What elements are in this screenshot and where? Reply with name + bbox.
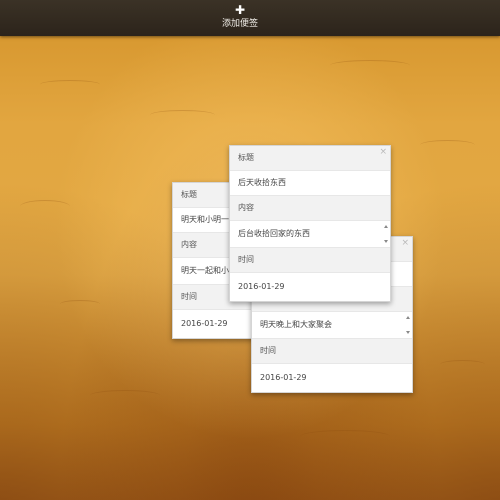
title-label: 标题 bbox=[230, 146, 390, 171]
content-label: 内容 bbox=[230, 196, 390, 221]
scroll-up-icon[interactable] bbox=[384, 225, 388, 228]
time-label: 时间 bbox=[252, 339, 412, 364]
add-note-label: 添加便签 bbox=[221, 19, 258, 29]
close-icon[interactable]: × bbox=[379, 147, 387, 157]
scroll-up-icon[interactable] bbox=[406, 316, 410, 319]
paper-fiber bbox=[40, 80, 100, 89]
paper-fiber bbox=[300, 430, 390, 443]
plus-icon: ✚ bbox=[234, 3, 246, 17]
scrollbar[interactable] bbox=[384, 225, 388, 243]
paper-fiber bbox=[90, 390, 160, 401]
time-value: 2016-01-29 bbox=[230, 273, 390, 301]
time-value: 2016-01-29 bbox=[252, 364, 412, 392]
paper-fiber bbox=[330, 60, 410, 71]
top-toolbar: ✚ 添加便签 bbox=[0, 0, 500, 36]
add-note-button[interactable]: ✚ 添加便签 bbox=[218, 4, 262, 32]
paper-fiber bbox=[440, 360, 485, 369]
content-text: 后台收拾回家的东西 bbox=[238, 229, 310, 238]
scroll-down-icon[interactable] bbox=[384, 240, 388, 243]
paper-fiber bbox=[150, 110, 215, 120]
content-field[interactable]: 后台收拾回家的东西 bbox=[230, 221, 390, 248]
content-field[interactable]: 明天晚上和大家聚会 bbox=[252, 312, 412, 339]
scrollbar[interactable] bbox=[406, 316, 410, 334]
paper-fiber bbox=[420, 140, 475, 150]
content-text: 明天晚上和大家聚会 bbox=[260, 320, 332, 329]
sticky-note[interactable]: × 标题 后天收拾东西 内容 后台收拾回家的东西 时间 2016-01-29 bbox=[229, 145, 391, 302]
scroll-down-icon[interactable] bbox=[406, 331, 410, 334]
title-field[interactable]: 后天收拾东西 bbox=[230, 171, 390, 196]
close-icon[interactable]: × bbox=[401, 238, 409, 248]
paper-fiber bbox=[60, 300, 100, 308]
paper-fiber bbox=[20, 200, 70, 213]
time-label: 时间 bbox=[230, 248, 390, 273]
